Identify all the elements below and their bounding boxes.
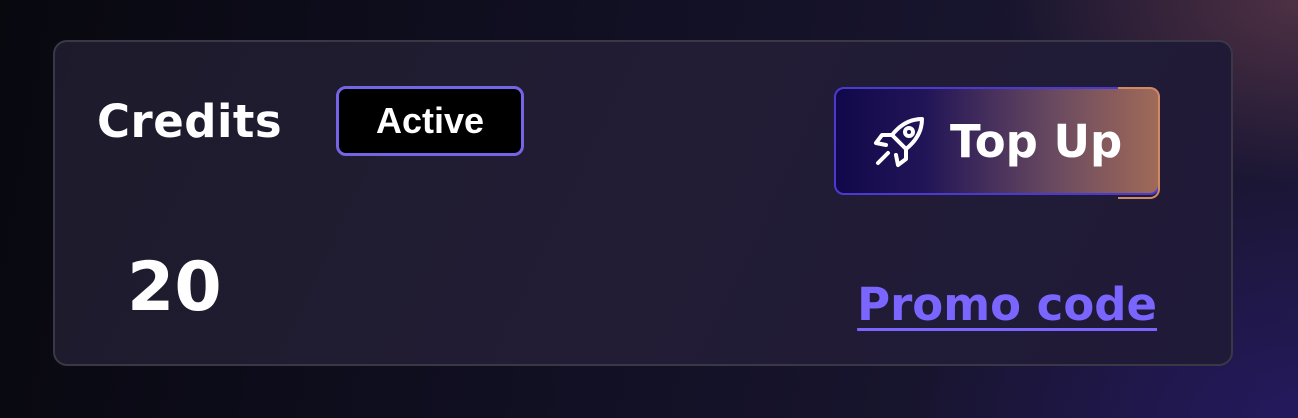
credits-title: Credits: [97, 95, 283, 148]
credits-amount: 20: [127, 248, 222, 327]
rocket-icon: [872, 113, 928, 169]
top-up-label: Top Up: [950, 115, 1123, 168]
top-up-button[interactable]: Top Up: [834, 87, 1160, 199]
credits-card: Credits Active Top Up 20 Promo code: [53, 40, 1233, 366]
status-badge: Active: [336, 86, 524, 156]
promo-code-link[interactable]: Promo code: [857, 278, 1157, 332]
